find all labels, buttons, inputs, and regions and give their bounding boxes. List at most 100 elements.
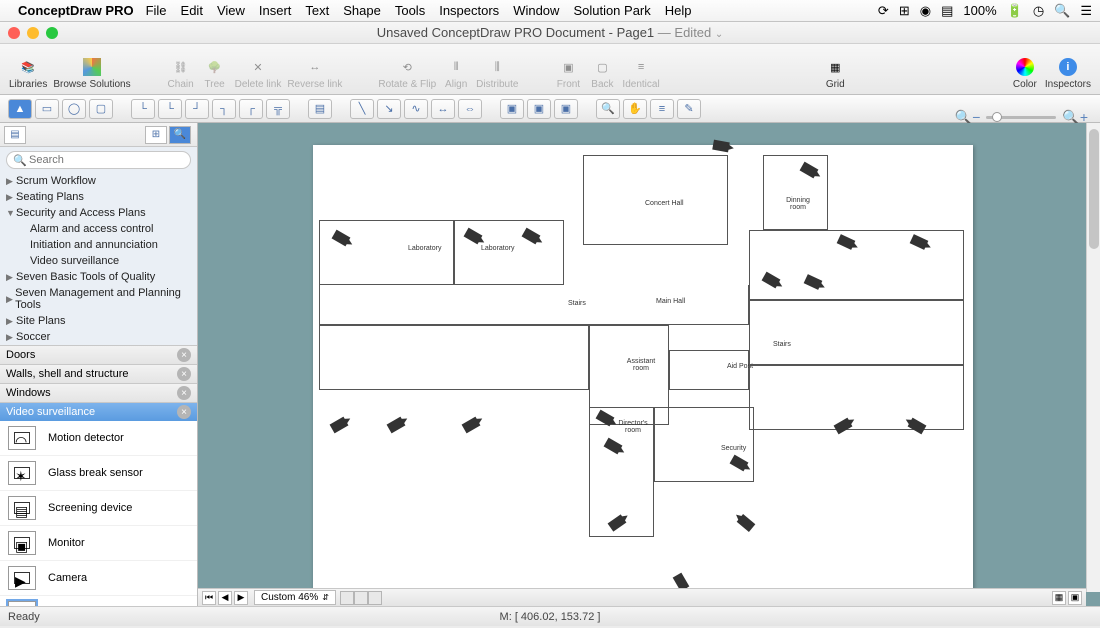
close-icon[interactable]: × <box>177 348 191 362</box>
spotlight-icon[interactable]: 🔍 <box>1054 3 1070 19</box>
tb-grid[interactable]: ▦Grid <box>821 54 849 92</box>
menu-window[interactable]: Window <box>513 3 559 18</box>
tool-group1[interactable]: ▣ <box>500 99 524 119</box>
tree-seven-basic[interactable]: ▶Seven Basic Tools of Quality <box>0 269 197 285</box>
sheet-tab-3[interactable] <box>368 591 382 605</box>
zoom-combo[interactable]: Custom 46%⇵ <box>254 590 336 605</box>
view-mode-1[interactable]: ▦ <box>1052 591 1066 605</box>
tree-scrum[interactable]: ▶Scrum Workflow <box>0 173 197 189</box>
tool-text[interactable]: ▢ <box>89 99 113 119</box>
tool-ellipse[interactable]: ◯ <box>62 99 86 119</box>
tree-video-surv[interactable]: Video surveillance <box>0 253 197 269</box>
side-tab-libs[interactable]: ▤ <box>4 126 26 144</box>
tool-page[interactable]: ▤ <box>308 99 332 119</box>
scrollbar-vertical[interactable] <box>1086 123 1100 592</box>
menu-text[interactable]: Text <box>305 3 329 18</box>
tool-dimension2[interactable]: ⇔ <box>458 99 482 119</box>
tb-distribute[interactable]: ⫼Distribute <box>476 54 518 92</box>
lib-walls[interactable]: Walls, shell and structure× <box>0 364 197 383</box>
tool-group3[interactable]: ▣ <box>554 99 578 119</box>
sheet-tab-2[interactable] <box>354 591 368 605</box>
tb-identical[interactable]: ≡Identical <box>622 54 659 92</box>
drawing-page[interactable]: Concert Hall Dinning room Laboratory Lab… <box>313 145 973 593</box>
menu-solution-park[interactable]: Solution Park <box>573 3 650 18</box>
tree-initiation[interactable]: Initiation and annunciation <box>0 237 197 253</box>
lib-doors[interactable]: Doors× <box>0 345 197 364</box>
tb-front[interactable]: ▣Front <box>554 54 582 92</box>
tool-connector-6[interactable]: ╦ <box>266 99 290 119</box>
camera-icon[interactable] <box>712 140 729 153</box>
page-prev[interactable]: ◀ <box>218 591 232 605</box>
shape-camera[interactable]: ▶Camera <box>0 561 197 596</box>
menu-insert[interactable]: Insert <box>259 3 292 18</box>
tool-stamp[interactable]: ≡ <box>650 99 674 119</box>
close-icon[interactable]: × <box>177 386 191 400</box>
shape-screening[interactable]: ▤Screening device <box>0 491 197 526</box>
doc-title[interactable]: Unsaved ConceptDraw PRO Document - Page1… <box>377 25 724 40</box>
shape-glass-break[interactable]: ✶Glass break sensor <box>0 456 197 491</box>
tb-rotate-flip[interactable]: ⟲Rotate & Flip <box>378 54 436 92</box>
tool-line[interactable]: ╲ <box>350 99 374 119</box>
tb-reverse-link[interactable]: ↔Reverse link <box>287 54 342 92</box>
tool-dimension[interactable]: ↔ <box>431 99 455 119</box>
tool-connector-3[interactable]: ┘ <box>185 99 209 119</box>
tool-curve[interactable]: ∿ <box>404 99 428 119</box>
zoom-slider[interactable] <box>986 116 1056 119</box>
camera-icon[interactable] <box>387 417 406 434</box>
window-minimize[interactable] <box>27 27 39 39</box>
tb-tree[interactable]: 🌳Tree <box>201 54 229 92</box>
window-zoom[interactable] <box>46 27 58 39</box>
flag-icon[interactable]: ▤ <box>941 3 953 19</box>
camera-icon[interactable] <box>737 514 756 532</box>
camera-icon[interactable] <box>330 417 349 434</box>
tree-soccer[interactable]: ▶Soccer <box>0 329 197 345</box>
tb-delete-link[interactable]: ✕Delete link <box>235 54 282 92</box>
tool-pointer[interactable]: ▲ <box>8 99 32 119</box>
menu-edit[interactable]: Edit <box>181 3 203 18</box>
tb-browse-solutions[interactable]: Browse Solutions <box>53 54 130 92</box>
sheet-tab-1[interactable] <box>340 591 354 605</box>
tree-seating[interactable]: ▶Seating Plans <box>0 189 197 205</box>
chevron-down-icon[interactable]: ⌄ <box>715 29 723 40</box>
tool-connector-4[interactable]: ┐ <box>212 99 236 119</box>
tool-connector-1[interactable]: └ <box>131 99 155 119</box>
tool-connector-5[interactable]: ┌ <box>239 99 263 119</box>
tool-zoom-fit[interactable]: 🔍 <box>596 99 620 119</box>
notifications-icon[interactable]: ☰ <box>1080 3 1092 19</box>
tool-rect[interactable]: ▭ <box>35 99 59 119</box>
tool-hand[interactable]: ✋ <box>623 99 647 119</box>
close-icon[interactable]: × <box>177 405 191 419</box>
grid-icon[interactable]: ⊞ <box>899 3 910 19</box>
close-icon[interactable]: × <box>177 367 191 381</box>
lib-video-surveillance[interactable]: Video surveillance× <box>0 402 197 421</box>
battery-percent[interactable]: 100% <box>963 3 996 18</box>
tb-inspectors[interactable]: iInspectors <box>1045 54 1091 92</box>
tb-color[interactable]: Color <box>1011 54 1039 92</box>
tree-security[interactable]: ▼Security and Access Plans <box>0 205 197 221</box>
menu-file[interactable]: File <box>146 3 167 18</box>
search-input[interactable] <box>6 151 191 169</box>
view-mode-2[interactable]: ▣ <box>1068 591 1082 605</box>
canvas[interactable]: Concert Hall Dinning room Laboratory Lab… <box>198 123 1100 606</box>
menu-help[interactable]: Help <box>665 3 692 18</box>
camera-icon[interactable] <box>462 417 481 434</box>
tb-align[interactable]: ⫴Align <box>442 54 470 92</box>
menu-view[interactable]: View <box>217 3 245 18</box>
page-next[interactable]: ▶ <box>234 591 248 605</box>
tb-back[interactable]: ▢Back <box>588 54 616 92</box>
menu-inspectors[interactable]: Inspectors <box>439 3 499 18</box>
tree-alarm[interactable]: Alarm and access control <box>0 221 197 237</box>
side-view-search[interactable]: 🔍 <box>169 126 191 144</box>
tree-seven-mgmt[interactable]: ▶Seven Management and Planning Tools <box>0 285 197 313</box>
tool-group2[interactable]: ▣ <box>527 99 551 119</box>
shape-camera-ptz[interactable]: ▶Camera P/T/Z <box>0 596 197 606</box>
wifi-icon[interactable]: ◉ <box>920 3 931 19</box>
tool-eyedropper[interactable]: ✎ <box>677 99 701 119</box>
menu-tools[interactable]: Tools <box>395 3 425 18</box>
side-view-grid[interactable]: ⊞ <box>145 126 167 144</box>
shape-motion-detector[interactable]: ◠Motion detector <box>0 421 197 456</box>
tool-connector-2[interactable]: └ <box>158 99 182 119</box>
lib-windows[interactable]: Windows× <box>0 383 197 402</box>
tb-chain[interactable]: ⛓Chain <box>167 54 195 92</box>
sync-icon[interactable]: ⟳ <box>878 3 889 19</box>
